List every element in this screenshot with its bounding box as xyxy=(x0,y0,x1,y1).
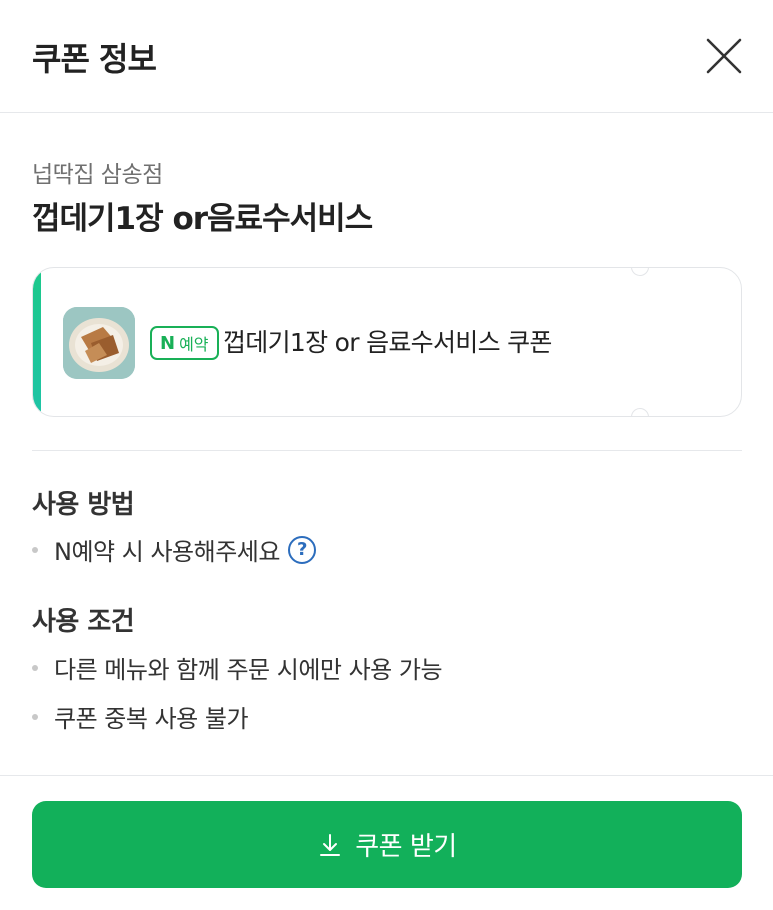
condition-item: 다른 메뉴와 함께 주문 시에만 사용 가능 xyxy=(32,650,443,685)
food-thumbnail xyxy=(63,307,135,379)
bullet-dot xyxy=(32,546,38,553)
usage-item-text: N예약 시 사용해주세요 xyxy=(54,538,280,566)
badge-n-mark: N xyxy=(160,332,176,354)
badge-label: 예약 xyxy=(179,335,209,354)
condition-item-text: 다른 메뉴와 함께 주문 시에만 사용 가능 xyxy=(54,656,443,684)
bullet-dot xyxy=(32,664,38,671)
get-coupon-button[interactable]: 쿠폰 받기 xyxy=(32,801,742,888)
footer-divider xyxy=(0,775,773,776)
close-button[interactable] xyxy=(700,32,748,80)
ticket-notch-bottom xyxy=(631,408,649,416)
modal-header: 쿠폰 정보 xyxy=(0,0,773,113)
ticket-notch-top xyxy=(631,268,649,276)
condition-item: 쿠폰 중복 사용 불가 xyxy=(32,699,249,734)
close-icon xyxy=(706,38,742,74)
help-icon[interactable]: ? xyxy=(287,535,316,564)
bullet-dot xyxy=(32,713,38,720)
usage-item: N예약 시 사용해주세요 ? xyxy=(32,532,316,567)
condition-item-text: 쿠폰 중복 사용 불가 xyxy=(54,705,249,733)
ticket-title: 껍데기1장 or 음료수서비스 쿠폰 xyxy=(223,328,552,357)
usage-section-title: 사용 방법 xyxy=(32,490,135,520)
conditions-section-title: 사용 조건 xyxy=(32,607,135,637)
coupon-name: 껍데기1장 or음료수서비스 xyxy=(32,201,373,237)
modal-title: 쿠폰 정보 xyxy=(32,40,157,78)
ticket-accent-bar xyxy=(33,268,41,416)
download-icon xyxy=(320,833,341,856)
section-divider xyxy=(32,450,742,451)
store-name: 넙딱집 삼송점 xyxy=(32,162,163,188)
n-reservation-badge: N 예약 xyxy=(150,326,219,360)
coupon-ticket: N 예약 껍데기1장 or 음료수서비스 쿠폰 xyxy=(32,267,742,417)
get-coupon-label: 쿠폰 받기 xyxy=(355,832,457,862)
